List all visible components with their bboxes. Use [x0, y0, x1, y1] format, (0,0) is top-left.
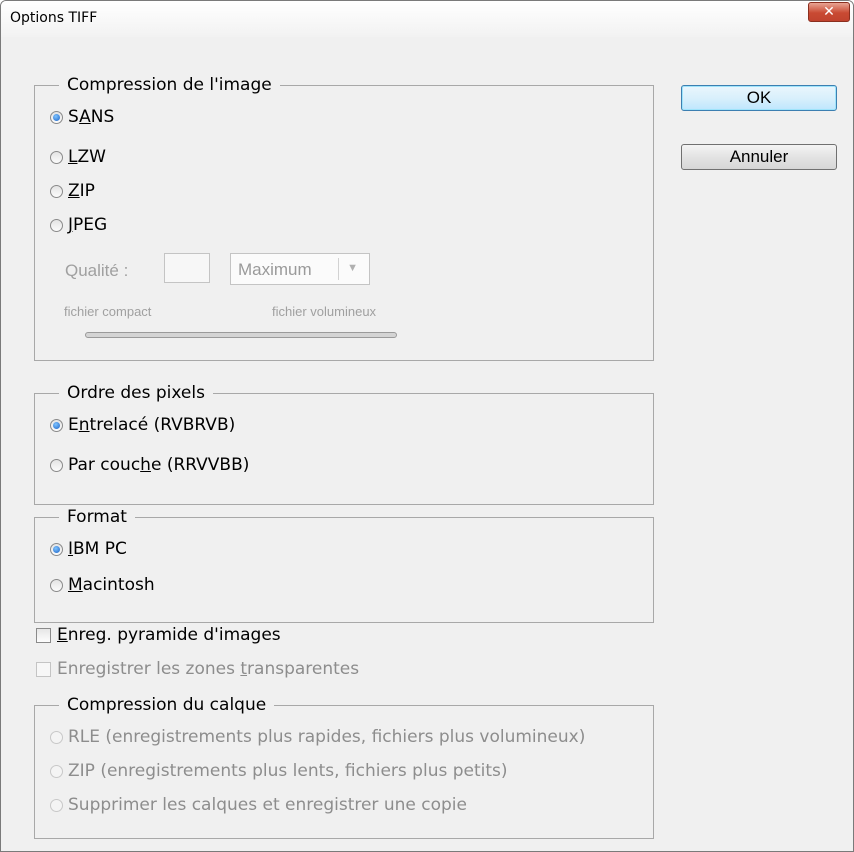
pixel-order-legend: Ordre des pixels	[59, 382, 213, 404]
quality-slider[interactable]	[85, 332, 397, 338]
image-compression-legend: Compression de l'image	[59, 74, 280, 96]
dialog-title: Options TIFF	[10, 10, 98, 26]
cancel-button[interactable]: Annuler	[681, 144, 837, 170]
compression-none-label: SANS	[68, 107, 115, 127]
title-bar: Options TIFF ✕	[1, 1, 853, 37]
quality-label: Qualité :	[65, 261, 129, 280]
large-file-label: fichier volumineux	[272, 304, 377, 319]
save-pyramid-checkbox[interactable]: Enreg. pyramide d'images	[36, 623, 281, 647]
layer-discard-radio[interactable]: Supprimer les calques et enregistrer une…	[50, 793, 467, 817]
format-macintosh-label: Macintosh	[68, 575, 155, 595]
compression-jpeg-radio[interactable]: JPEG	[50, 213, 107, 237]
radio-button-icon	[50, 578, 63, 592]
interleaved-label: Entrelacé (RVBRVB)	[68, 415, 236, 435]
compression-zip-radio[interactable]: ZIP	[50, 179, 95, 203]
dialog-content: Compression de l'image SANS LZW ZIP JPEG…	[9, 37, 853, 851]
compression-lzw-radio[interactable]: LZW	[50, 145, 106, 169]
quality-select[interactable]: Maximum ▼	[230, 253, 370, 285]
compression-jpeg-label: JPEG	[68, 215, 108, 235]
radio-button-icon	[50, 184, 63, 198]
quality-select-value: Maximum	[238, 260, 312, 279]
radio-button-icon	[50, 730, 63, 744]
radio-button-icon	[50, 418, 63, 432]
radio-button-icon	[50, 110, 63, 124]
format-group: Format	[34, 506, 654, 623]
save-transparency-label: Enregistrer les zones transparentes	[57, 659, 360, 679]
per-channel-label: Par couche (RRVVBB)	[68, 455, 250, 475]
close-icon: ✕	[823, 4, 835, 20]
layer-rle-label: RLE (enregistrements plus rapides, fichi…	[68, 727, 586, 747]
save-pyramid-label: Enreg. pyramide d'images	[57, 625, 281, 645]
format-ibm-pc-label: IBM PC	[68, 539, 127, 559]
radio-button-icon	[50, 218, 63, 232]
ok-button[interactable]: OK	[681, 85, 837, 111]
layer-zip-radio[interactable]: ZIP (enregistrements plus lents, fichier…	[50, 759, 508, 783]
format-legend: Format	[59, 506, 135, 528]
interleaved-radio[interactable]: Entrelacé (RVBRVB)	[50, 413, 235, 437]
compression-lzw-label: LZW	[68, 147, 106, 167]
quality-input[interactable]	[164, 253, 210, 283]
image-compression-group: Compression de l'image	[34, 74, 654, 361]
radio-button-icon	[50, 764, 63, 778]
radio-button-icon	[50, 798, 63, 812]
layer-rle-radio[interactable]: RLE (enregistrements plus rapides, fichi…	[50, 725, 585, 749]
layer-zip-label: ZIP (enregistrements plus lents, fichier…	[68, 761, 508, 781]
layer-discard-label: Supprimer les calques et enregistrer une…	[68, 795, 467, 815]
radio-button-icon	[50, 150, 63, 164]
radio-button-icon	[50, 542, 63, 556]
save-transparency-checkbox[interactable]: Enregistrer les zones transparentes	[36, 657, 359, 681]
format-ibm-pc-radio[interactable]: IBM PC	[50, 537, 127, 561]
compact-file-label: fichier compact	[64, 304, 152, 319]
pixel-order-group: Ordre des pixels	[34, 382, 654, 505]
format-macintosh-radio[interactable]: Macintosh	[50, 573, 155, 597]
radio-button-icon	[50, 458, 63, 472]
compression-zip-label: ZIP	[68, 181, 95, 201]
checkbox-icon	[36, 661, 51, 677]
checkbox-icon	[36, 627, 51, 643]
tiff-options-dialog: Options TIFF ✕ Compression de l'image SA…	[0, 0, 854, 852]
close-button[interactable]: ✕	[808, 2, 850, 22]
chevron-down-icon: ▼	[347, 262, 358, 274]
compression-none-radio[interactable]: SANS	[50, 105, 114, 129]
per-channel-radio[interactable]: Par couche (RRVVBB)	[50, 453, 249, 477]
layer-compression-legend: Compression du calque	[59, 694, 275, 716]
